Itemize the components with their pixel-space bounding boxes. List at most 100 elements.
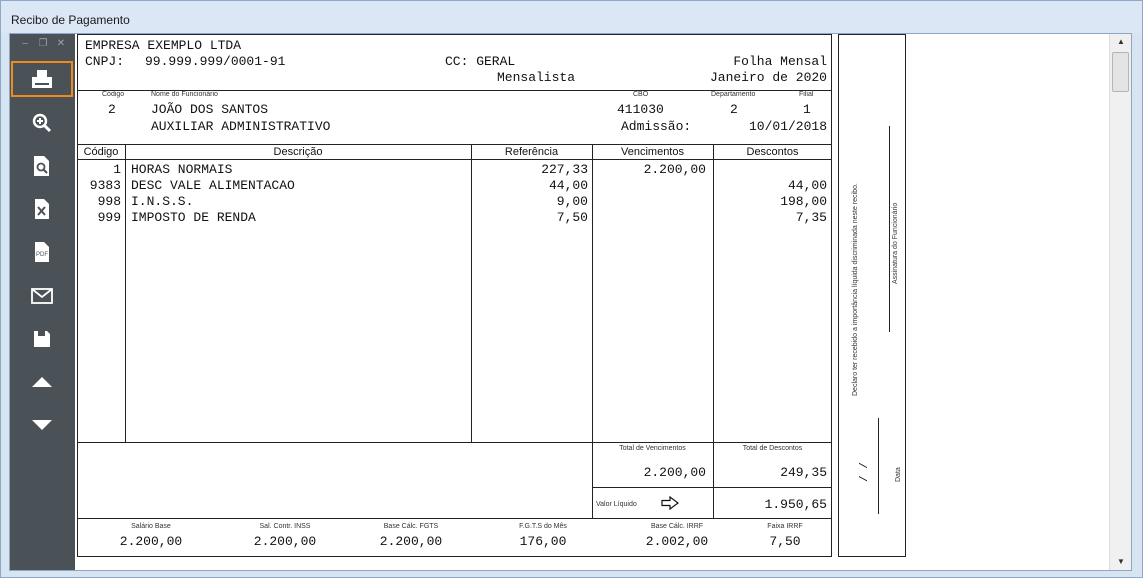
- vertical-scrollbar[interactable]: ▲ ▼: [1109, 34, 1131, 570]
- export-pdf-button[interactable]: PDF: [11, 234, 73, 270]
- employee-category: Mensalista: [497, 70, 576, 85]
- row-descricao: DESC VALE ALIMENTACAO: [131, 178, 295, 193]
- divider: [592, 487, 832, 488]
- email-icon: [31, 288, 53, 304]
- base-value: 2.200,00: [379, 534, 443, 549]
- base-label: Base Cálc. IRRF: [650, 523, 704, 530]
- base-label: Sal. Contr. INSS: [259, 523, 311, 530]
- payslip-document: EMPRESA EXEMPLO LTDA CNPJ: 99.999.999/00…: [75, 34, 1109, 570]
- page-up-icon: [32, 377, 52, 387]
- employee-name: JOÃO DOS SANTOS: [151, 102, 269, 117]
- row-descricao: IMPOSTO DE RENDA: [131, 210, 256, 225]
- window-title: Recibo de Pagamento: [11, 13, 130, 27]
- zoom-in-icon: [32, 113, 52, 133]
- pdf-icon: PDF: [35, 242, 49, 262]
- row-descricao: I.N.S.S.: [131, 194, 194, 209]
- page-down-icon: [32, 420, 52, 430]
- column-divider: [592, 144, 593, 518]
- payroll-type: Folha Mensal: [733, 54, 827, 69]
- row-descontos: 44,00: [787, 178, 827, 193]
- svg-text:PDF: PDF: [36, 252, 48, 258]
- scroll-down-icon[interactable]: ▼: [1110, 554, 1132, 570]
- row-descricao: HORAS NORMAIS: [131, 162, 233, 177]
- row-referencia: 9,00: [556, 194, 588, 209]
- cnpj-value: 99.999.999/0001-91: [145, 54, 286, 69]
- header-vencimentos: Vencimentos: [621, 146, 684, 158]
- base-label: Salário Base: [131, 523, 171, 530]
- minimize-icon[interactable]: –: [16, 38, 34, 50]
- base-label: Faixa IRRF: [767, 523, 803, 530]
- base-value: 2.200,00: [119, 534, 183, 549]
- table-bottom-divider: [77, 442, 832, 443]
- row-vencimentos: 2.200,00: [643, 162, 706, 177]
- admission-date: 10/01/2018: [748, 119, 827, 134]
- filial-label: Filial: [799, 91, 814, 98]
- header-descontos: Descontos: [746, 146, 799, 158]
- cbo-label: CBO: [633, 91, 649, 98]
- header-referencia: Referência: [504, 146, 559, 158]
- employee-department: 2: [730, 102, 738, 117]
- save-button[interactable]: [11, 321, 73, 357]
- table-header-divider: [77, 159, 832, 160]
- row-descontos: 198,00: [780, 194, 827, 209]
- email-button[interactable]: [11, 278, 73, 314]
- restore-icon[interactable]: ❐: [34, 38, 52, 50]
- window-content: – ❐ ✕ PDF EMPRESA EXEMPLO LTDA CNPJ: 99.…: [9, 33, 1132, 571]
- employee-cbo: 411030: [617, 102, 664, 117]
- column-divider: [125, 144, 126, 442]
- receipt-declaration: Declaro ter recebido a importância líqui…: [852, 183, 859, 396]
- row-codigo: 998: [97, 194, 121, 209]
- departamento-label: Departamento: [711, 91, 756, 98]
- base-value: 2.002,00: [645, 534, 709, 549]
- total-vencimentos: 2.200,00: [643, 465, 706, 480]
- total-descontos: 249,35: [780, 465, 827, 480]
- page-up-button[interactable]: [11, 364, 73, 400]
- company-name: EMPRESA EXEMPLO LTDA: [85, 38, 242, 53]
- cnpj-label: CNPJ:: [85, 54, 125, 69]
- base-value: 176,00: [519, 534, 567, 549]
- row-descontos: 7,35: [795, 210, 827, 225]
- export-excel-button[interactable]: [11, 191, 73, 227]
- employee-branch: 1: [803, 102, 811, 117]
- preview-icon: [34, 156, 49, 176]
- scroll-up-icon[interactable]: ▲: [1110, 34, 1132, 50]
- employee-role: AUXILIAR ADMINISTRATIVO: [151, 119, 331, 134]
- date-slashes: / /: [859, 462, 871, 482]
- print-button[interactable]: [11, 61, 73, 97]
- arrow-right-icon: [661, 496, 679, 510]
- row-referencia: 227,33: [541, 162, 588, 177]
- preview-button[interactable]: [11, 148, 73, 184]
- save-icon: [34, 331, 50, 347]
- codigo-label: Código: [102, 91, 125, 98]
- divider: [77, 518, 832, 519]
- header-descricao: Descrição: [273, 146, 323, 158]
- row-codigo: 1: [113, 162, 121, 177]
- period: Janeiro de 2020: [709, 70, 827, 85]
- receipt-window: Recibo de Pagamento – ❐ ✕ PDF EMPRESA EX…: [0, 0, 1143, 578]
- cost-center: CC: GERAL: [445, 54, 516, 69]
- toolbar-sidebar: – ❐ ✕ PDF: [10, 34, 75, 570]
- row-codigo: 9383: [89, 178, 121, 193]
- net-value: 1.950,65: [764, 497, 827, 512]
- zoom-in-button[interactable]: [11, 105, 73, 141]
- row-referencia: 7,50: [556, 210, 588, 225]
- close-icon[interactable]: ✕: [52, 38, 70, 50]
- base-label: Base Cálc. FGTS: [383, 523, 439, 530]
- admission-label: Admissão:: [621, 119, 692, 134]
- net-value-label: Valor Líquido: [596, 501, 637, 508]
- excel-icon: [35, 199, 49, 219]
- total-vencimentos-label: Total de Vencimentos: [619, 445, 686, 452]
- employee-code: 2: [108, 102, 116, 117]
- page-down-button[interactable]: [11, 407, 73, 443]
- printer-icon: [32, 70, 52, 88]
- base-value: 2.200,00: [253, 534, 317, 549]
- base-value: 7,50: [769, 534, 801, 549]
- signature-line: [889, 126, 890, 332]
- date-label: Data: [895, 467, 902, 482]
- header-codigo: Código: [83, 146, 119, 158]
- row-referencia: 44,00: [548, 178, 588, 193]
- base-label: F.G.T.S do Mês: [519, 523, 567, 530]
- scrollbar-thumb[interactable]: [1112, 52, 1129, 92]
- signature-label: Assinatura do Funcionário: [892, 202, 899, 284]
- total-descontos-label: Total de Descontos: [742, 445, 803, 452]
